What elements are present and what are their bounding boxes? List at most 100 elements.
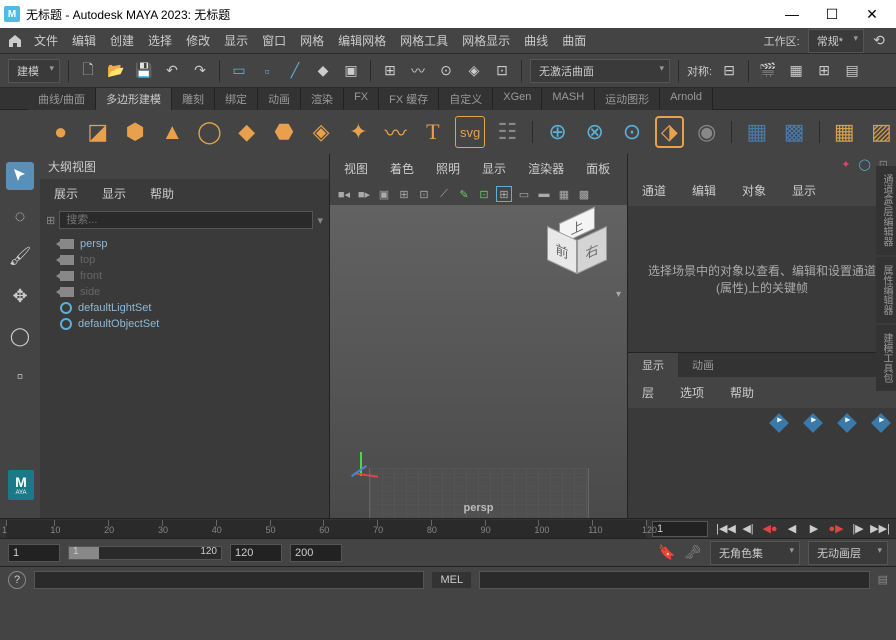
- side-tab-modeling-kit[interactable]: 建模工具包: [876, 325, 896, 391]
- shelf-tab-6[interactable]: FX: [344, 88, 379, 110]
- shelf-polysphere-icon[interactable]: ●: [46, 116, 75, 148]
- menu-8[interactable]: 编辑网格: [332, 29, 392, 52]
- outliner-menu-help[interactable]: 帮助: [144, 182, 180, 205]
- outliner-item-persp[interactable]: persp: [40, 236, 329, 252]
- vp-menu-show[interactable]: 显示: [476, 157, 512, 180]
- range-end-field[interactable]: [230, 544, 282, 562]
- shelf-tab-4[interactable]: 动画: [258, 88, 301, 110]
- shelf-polysuper-icon[interactable]: ✦: [344, 116, 373, 148]
- paint-select-tool[interactable]: 🖌: [6, 242, 34, 270]
- set-key-button[interactable]: 🔖: [658, 544, 676, 562]
- live-surface-dropdown[interactable]: 无激活曲面: [530, 59, 670, 83]
- shelf-polydisc-icon[interactable]: ⬣: [269, 116, 298, 148]
- select-vertex-icon[interactable]: ▫: [256, 60, 278, 82]
- rp-tab-channels[interactable]: 通道: [636, 179, 672, 202]
- open-scene-icon[interactable]: 📂: [105, 60, 127, 82]
- play-forward-button[interactable]: ▶: [804, 521, 824, 537]
- close-button[interactable]: ✕: [852, 0, 892, 28]
- menu-1[interactable]: 编辑: [66, 29, 102, 52]
- menu-7[interactable]: 网格: [294, 29, 330, 52]
- vp-cam-select-icon[interactable]: ■◂: [336, 186, 352, 202]
- maximize-button[interactable]: ☐: [812, 0, 852, 28]
- vp-cam-bookmark-icon[interactable]: ■▸: [356, 186, 372, 202]
- shelf-tab-9[interactable]: XGen: [493, 88, 542, 110]
- workspace-dropdown[interactable]: 常规*: [808, 29, 864, 53]
- menu-10[interactable]: 网格显示: [456, 29, 516, 52]
- key-icon-2[interactable]: [803, 413, 823, 433]
- minimize-button[interactable]: —: [772, 0, 812, 28]
- shelf-freeze-icon[interactable]: ⊗: [580, 116, 609, 148]
- shelf-polytype-icon[interactable]: T: [418, 116, 447, 148]
- shelf-combine-icon[interactable]: ◉: [692, 116, 721, 148]
- shelf-polytorus-icon[interactable]: ◯: [195, 116, 224, 148]
- select-edge-icon[interactable]: ╱: [284, 60, 306, 82]
- step-forward-button[interactable]: |▶: [848, 521, 868, 537]
- range-total-field[interactable]: [290, 544, 342, 562]
- step-back-button[interactable]: ◀|: [738, 521, 758, 537]
- view-cube[interactable]: 上 前 右: [545, 219, 609, 283]
- render-icon[interactable]: 🎬: [757, 60, 779, 82]
- shelf-tab-2[interactable]: 雕刻: [172, 88, 215, 110]
- panel-toggle-icon[interactable]: ▤: [841, 60, 863, 82]
- key-icon-4[interactable]: [871, 413, 891, 433]
- range-slider[interactable]: 1 120: [68, 546, 222, 560]
- menu-6[interactable]: 窗口: [256, 29, 292, 52]
- shelf-extrude-icon[interactable]: ▦: [830, 116, 859, 148]
- menu-12[interactable]: 曲面: [556, 29, 592, 52]
- menu-3[interactable]: 选择: [142, 29, 178, 52]
- play-back-button[interactable]: ◀: [782, 521, 802, 537]
- outliner-menu-display[interactable]: 显示: [96, 182, 132, 205]
- outliner-item-defaultLightSet[interactable]: defaultLightSet: [40, 300, 329, 316]
- select-face-icon[interactable]: ◆: [312, 60, 334, 82]
- workspace-reset-icon[interactable]: ⟲: [868, 30, 890, 52]
- redo-icon[interactable]: ↷: [189, 60, 211, 82]
- shelf-tab-12[interactable]: Arnold: [660, 88, 713, 110]
- rp-tab-object[interactable]: 对象: [736, 179, 772, 202]
- layer-menu-help[interactable]: 帮助: [724, 381, 760, 404]
- shelf-tab-10[interactable]: MASH: [542, 88, 595, 110]
- side-tab-channelbox[interactable]: 通道盒/层编辑器: [876, 166, 896, 255]
- shelf-tab-11[interactable]: 运动图形: [595, 88, 660, 110]
- menu-11[interactable]: 曲线: [518, 29, 554, 52]
- time-slider-track[interactable]: 1102030405060708090100110120: [6, 520, 646, 538]
- shelf-polyplane-icon[interactable]: ◆: [232, 116, 261, 148]
- character-set-dropdown[interactable]: 无角色集: [710, 541, 800, 565]
- outliner-item-front[interactable]: front: [40, 268, 329, 284]
- shelf-grid1-icon[interactable]: ▦: [742, 116, 771, 148]
- range-start-field[interactable]: [8, 544, 60, 562]
- viewport-canvas[interactable]: 上 前 右 ▾ persp: [330, 205, 627, 518]
- shelf-sweep-icon[interactable]: ☷: [493, 116, 522, 148]
- menu-0[interactable]: 文件: [28, 29, 64, 52]
- menu-5[interactable]: 显示: [218, 29, 254, 52]
- shelf-tab-5[interactable]: 渲染: [301, 88, 344, 110]
- shelf-bevel-icon[interactable]: ▨: [867, 116, 896, 148]
- outliner-item-top[interactable]: top: [40, 252, 329, 268]
- rp-tab-edit[interactable]: 编辑: [686, 179, 722, 202]
- shelf-tab-3[interactable]: 绑定: [215, 88, 258, 110]
- snap-live-icon[interactable]: ⊡: [491, 60, 513, 82]
- shelf-tab-8[interactable]: 自定义: [439, 88, 493, 110]
- scale-tool[interactable]: ▫: [6, 362, 34, 390]
- help-icon[interactable]: ?: [8, 571, 26, 589]
- go-end-button[interactable]: ▶▶|: [870, 521, 890, 537]
- go-start-button[interactable]: |◀◀: [716, 521, 736, 537]
- key-icon-1[interactable]: [769, 413, 789, 433]
- vp-wire-icon[interactable]: ⊞: [496, 186, 512, 202]
- rotate-tool[interactable]: ◯: [6, 322, 34, 350]
- lasso-tool[interactable]: ◌: [6, 202, 34, 230]
- shelf-svg-icon[interactable]: svg: [455, 116, 484, 148]
- vp-tex-icon[interactable]: ▦: [556, 186, 572, 202]
- layer-tab-anim[interactable]: 动画: [678, 353, 728, 377]
- module-dropdown[interactable]: 建模: [8, 59, 60, 83]
- current-frame-field[interactable]: 1: [652, 521, 708, 537]
- snap-grid-icon[interactable]: ⊞: [379, 60, 401, 82]
- filter-icon[interactable]: ⊞: [46, 214, 55, 227]
- shelf-platonic-icon[interactable]: ◈: [307, 116, 336, 148]
- vp-grid-icon[interactable]: ⊞: [396, 186, 412, 202]
- shelf-tab-0[interactable]: 曲线/曲面: [28, 88, 96, 110]
- shelf-center-icon[interactable]: ⊙: [617, 116, 646, 148]
- vp-smooth-icon[interactable]: ▭: [516, 186, 532, 202]
- undo-icon[interactable]: ↶: [161, 60, 183, 82]
- vp-xray-icon[interactable]: ⊡: [476, 186, 492, 202]
- layer-menu-options[interactable]: 选项: [674, 381, 710, 404]
